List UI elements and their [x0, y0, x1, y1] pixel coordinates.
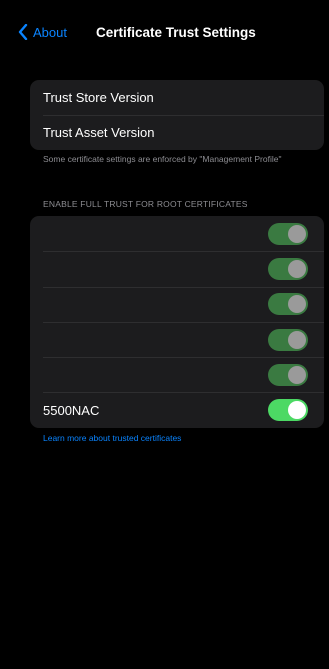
certificate-trust-toggle[interactable] [268, 257, 308, 280]
back-button[interactable]: About [18, 24, 67, 40]
certificate-label: 5500NAC [43, 402, 100, 418]
certificate-row [30, 357, 324, 392]
learn-more-link[interactable]: Learn more about trusted certificates [43, 433, 181, 443]
chevron-left-icon [18, 24, 28, 40]
certificate-trust-toggle[interactable] [268, 328, 308, 351]
certificate-trust-toggle[interactable] [268, 363, 308, 386]
certificate-trust-toggle[interactable] [268, 399, 308, 422]
toggle-knob [288, 224, 306, 243]
certificate-row [30, 286, 324, 322]
navigation-bar: About Certificate Trust Settings [0, 0, 329, 62]
trust-version-group: Trust Store Version Trust Asset Version [30, 80, 324, 150]
toggle-knob [288, 401, 306, 420]
toggle-knob [288, 365, 306, 384]
toggle-knob [288, 295, 306, 314]
page-title: Certificate Trust Settings [96, 25, 256, 40]
trust-asset-version-label: Trust Asset Version [43, 125, 155, 140]
certificate-row [30, 216, 324, 251]
trust-store-version-row[interactable]: Trust Store Version [30, 80, 324, 115]
toggle-knob [288, 259, 306, 278]
toggle-knob [288, 330, 306, 349]
back-button-label: About [33, 24, 67, 40]
root-certificates-group: 5500NAC [30, 216, 324, 428]
root-certificates-section-header: ENABLE FULL TRUST FOR ROOT CERTIFICATES [43, 199, 248, 209]
certificate-row-5500nac: 5500NAC [30, 392, 324, 427]
certificate-trust-toggle[interactable] [268, 293, 308, 316]
certificate-trust-toggle[interactable] [268, 222, 308, 245]
certificate-row [30, 321, 324, 357]
trust-asset-version-row[interactable]: Trust Asset Version [30, 115, 324, 150]
trust-store-version-label: Trust Store Version [43, 90, 154, 105]
management-profile-footnote: Some certificate settings are enforced b… [43, 154, 282, 164]
certificate-row [30, 251, 324, 286]
